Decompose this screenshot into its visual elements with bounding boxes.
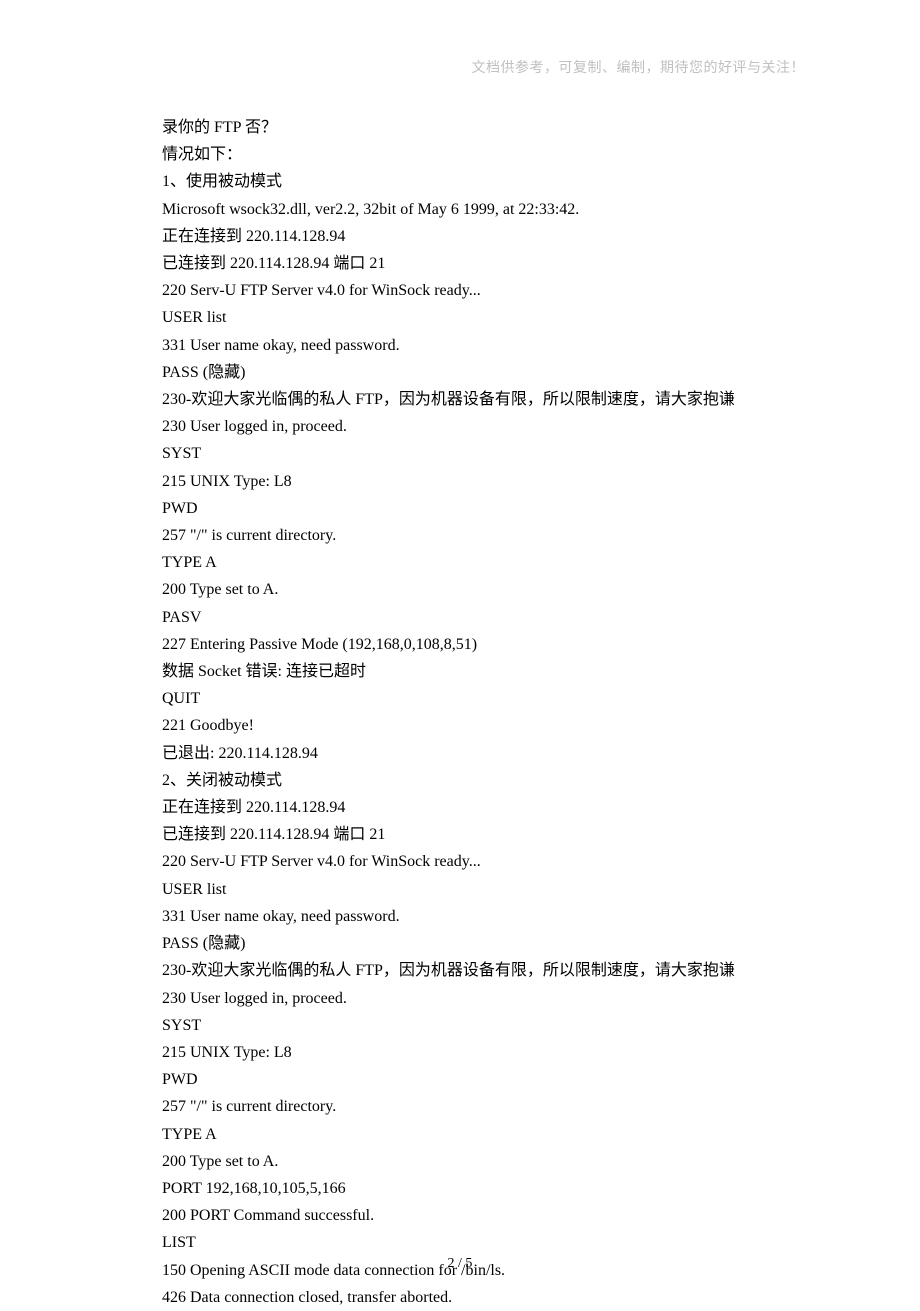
content-line: 230-欢迎大家光临偶的私人 FTP，因为机器设备有限，所以限制速度，请大家抱谦 bbox=[162, 957, 767, 984]
content-line: 已连接到 220.114.128.94 端口 21 bbox=[162, 250, 767, 277]
content-line: PWD bbox=[162, 495, 767, 522]
content-line: 227 Entering Passive Mode (192,168,0,108… bbox=[162, 631, 767, 658]
content-line: 426 Data connection closed, transfer abo… bbox=[162, 1284, 767, 1311]
content-line: 257 "/" is current directory. bbox=[162, 1093, 767, 1120]
content-line: 215 UNIX Type: L8 bbox=[162, 468, 767, 495]
content-line: PORT 192,168,10,105,5,166 bbox=[162, 1175, 767, 1202]
content-line: TYPE A bbox=[162, 1121, 767, 1148]
content-line: USER list bbox=[162, 876, 767, 903]
content-line: 200 Type set to A. bbox=[162, 576, 767, 603]
content-line: 数据 Socket 错误: 连接已超时 bbox=[162, 658, 767, 685]
content-line: 221 Goodbye! bbox=[162, 712, 767, 739]
content-line: 1、使用被动模式 bbox=[162, 168, 767, 195]
document-content: 录你的 FTP 否？情况如下：1、使用被动模式Microsoft wsock32… bbox=[162, 114, 767, 1311]
content-line: Microsoft wsock32.dll, ver2.2, 32bit of … bbox=[162, 196, 767, 223]
content-line: 220 Serv-U FTP Server v4.0 for WinSock r… bbox=[162, 277, 767, 304]
content-line: 331 User name okay, need password. bbox=[162, 332, 767, 359]
content-line: 已连接到 220.114.128.94 端口 21 bbox=[162, 821, 767, 848]
content-line: 257 "/" is current directory. bbox=[162, 522, 767, 549]
header-note: 文档供参考，可复制、编制，期待您的好评与关注！ bbox=[472, 57, 806, 77]
content-line: 230 User logged in, proceed. bbox=[162, 413, 767, 440]
page-number: 2 / 5 bbox=[0, 1256, 920, 1272]
content-line: 230-欢迎大家光临偶的私人 FTP，因为机器设备有限，所以限制速度，请大家抱谦 bbox=[162, 386, 767, 413]
content-line: 2、关闭被动模式 bbox=[162, 767, 767, 794]
content-line: 220 Serv-U FTP Server v4.0 for WinSock r… bbox=[162, 848, 767, 875]
content-line: 215 UNIX Type: L8 bbox=[162, 1039, 767, 1066]
content-line: LIST bbox=[162, 1229, 767, 1256]
content-line: 230 User logged in, proceed. bbox=[162, 985, 767, 1012]
content-line: 情况如下： bbox=[162, 141, 767, 168]
content-line: 331 User name okay, need password. bbox=[162, 903, 767, 930]
content-line: PASV bbox=[162, 604, 767, 631]
content-line: USER list bbox=[162, 304, 767, 331]
content-line: PASS (隐藏) bbox=[162, 359, 767, 386]
content-line: QUIT bbox=[162, 685, 767, 712]
content-line: 正在连接到 220.114.128.94 bbox=[162, 223, 767, 250]
content-line: 正在连接到 220.114.128.94 bbox=[162, 794, 767, 821]
content-line: SYST bbox=[162, 440, 767, 467]
content-line: 录你的 FTP 否？ bbox=[162, 114, 767, 141]
content-line: 200 Type set to A. bbox=[162, 1148, 767, 1175]
content-line: SYST bbox=[162, 1012, 767, 1039]
content-line: TYPE A bbox=[162, 549, 767, 576]
content-line: 已退出: 220.114.128.94 bbox=[162, 740, 767, 767]
content-line: 200 PORT Command successful. bbox=[162, 1202, 767, 1229]
content-line: PASS (隐藏) bbox=[162, 930, 767, 957]
content-line: PWD bbox=[162, 1066, 767, 1093]
